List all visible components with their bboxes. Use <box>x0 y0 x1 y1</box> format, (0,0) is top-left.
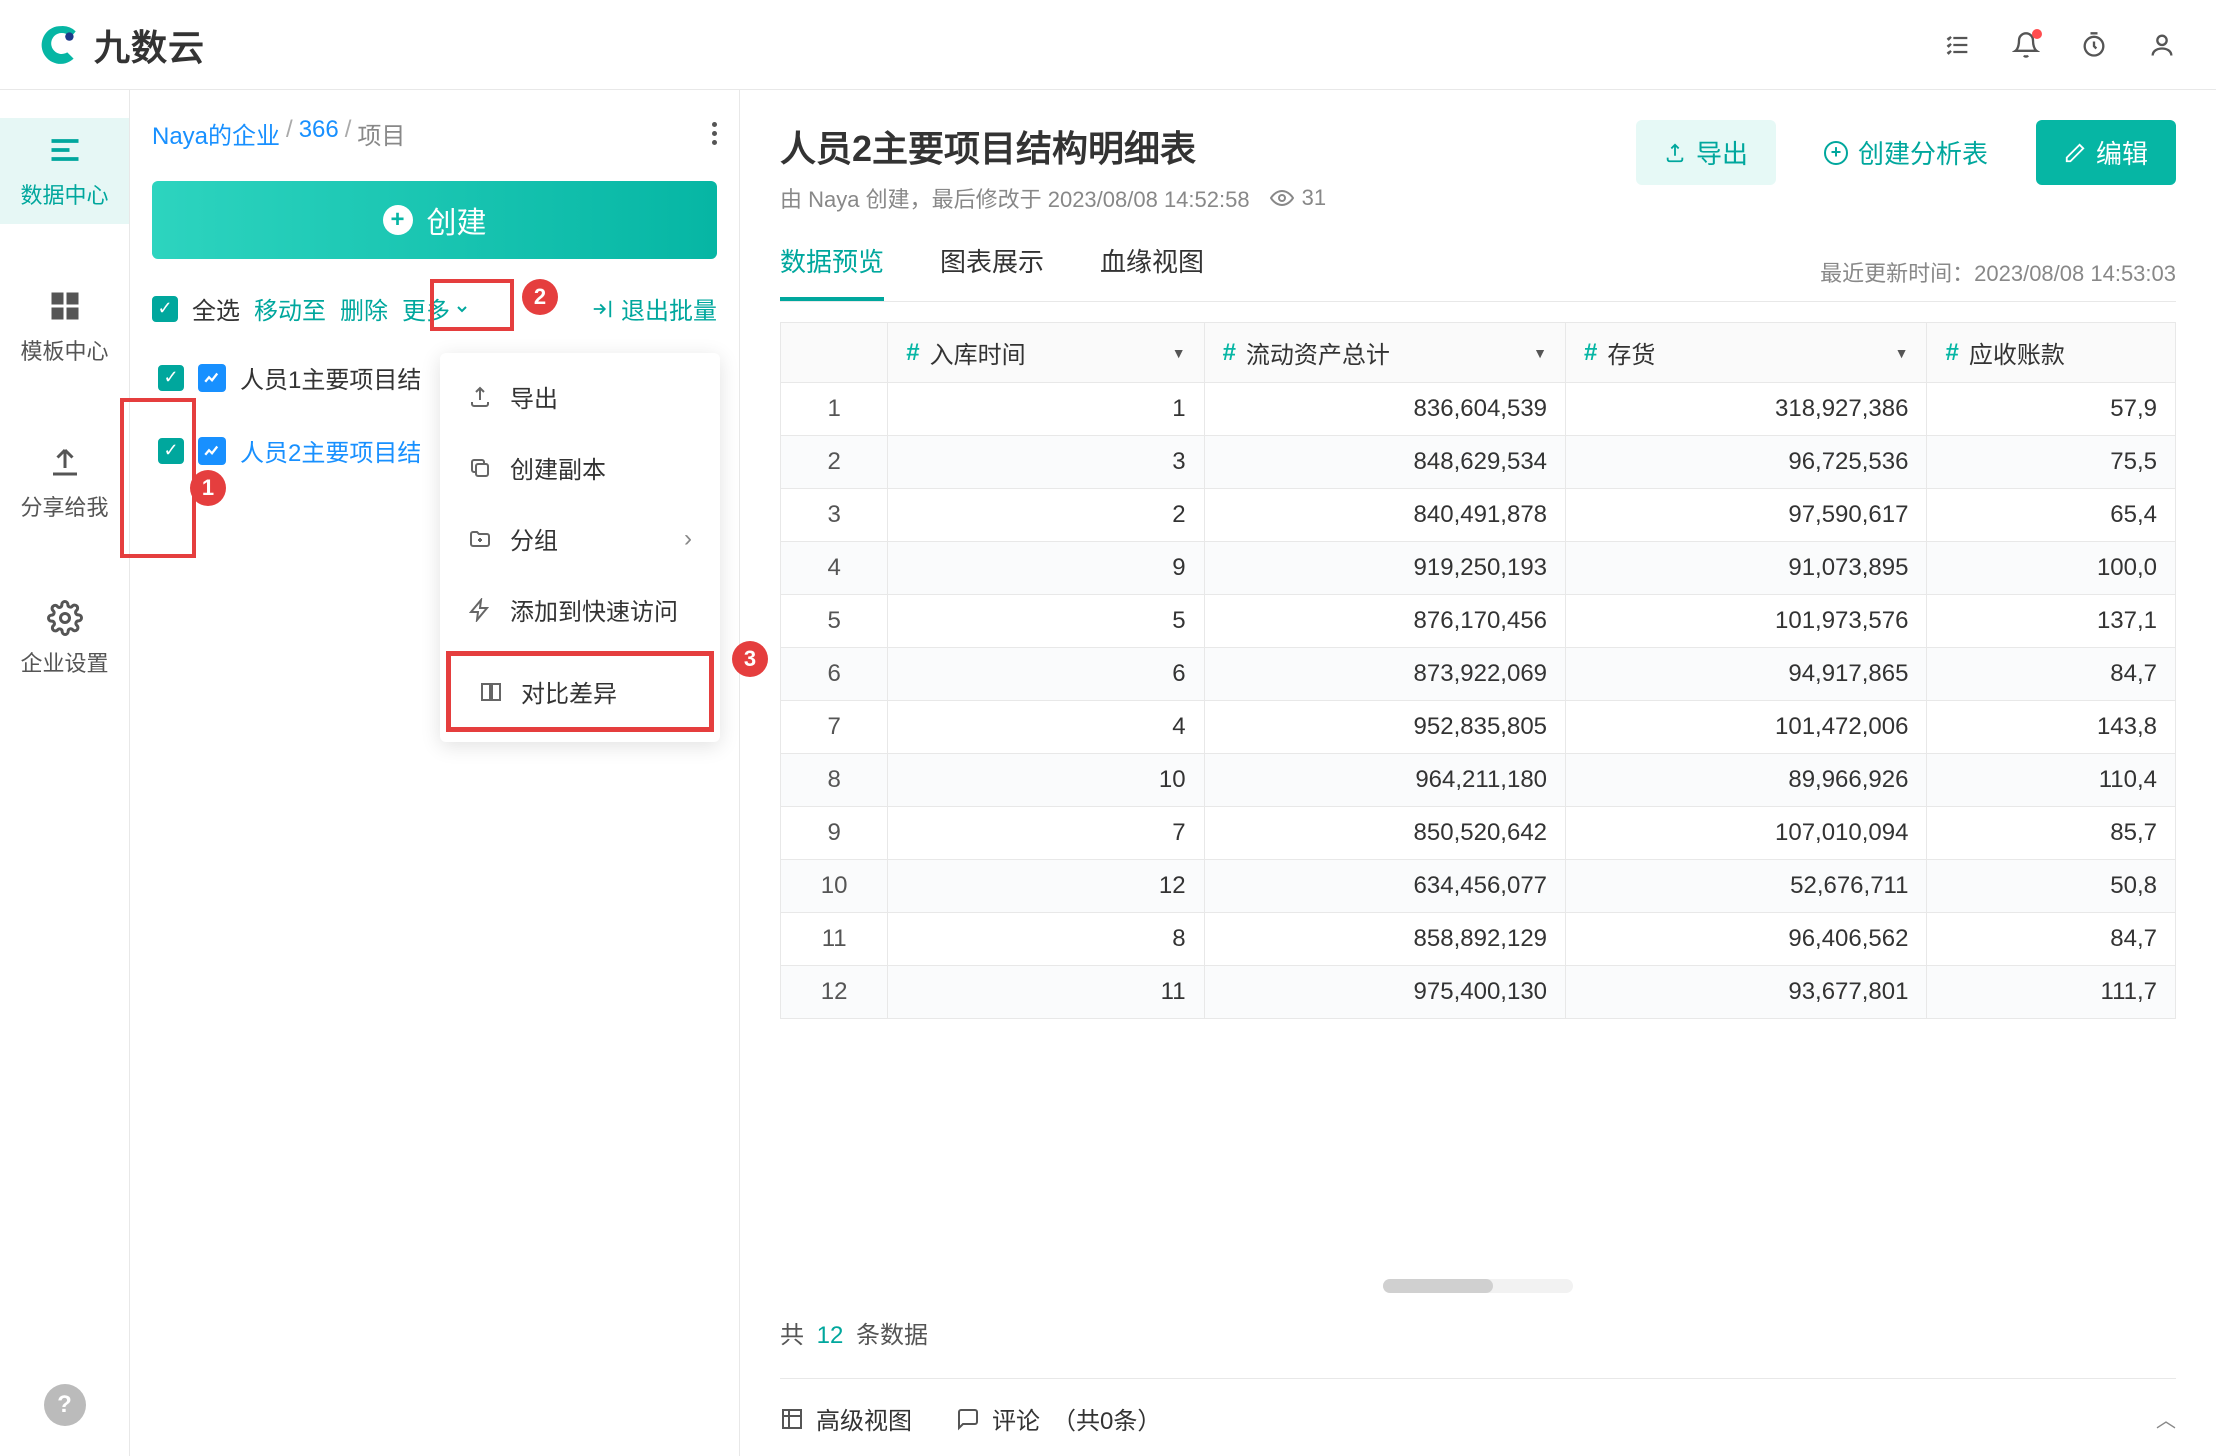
user-icon[interactable] <box>2148 31 2176 59</box>
select-all-checkbox[interactable]: ✓ <box>152 296 178 322</box>
select-all-label: 全选 <box>192 291 240 326</box>
row-count: 共 12 条数据 <box>780 1315 2176 1350</box>
tab-preview[interactable]: 数据预览 <box>780 242 884 301</box>
table-row[interactable]: 23848,629,53496,725,53675,5 <box>781 436 2176 489</box>
logo-icon <box>40 24 82 66</box>
page-title: 人员2主要项目结构明细表 <box>780 120 1326 172</box>
exit-batch-link[interactable]: 退出批量 <box>591 291 717 326</box>
kebab-menu[interactable] <box>712 122 717 145</box>
breadcrumb-company[interactable]: Naya的企业 <box>152 116 280 151</box>
data-center-icon <box>47 132 83 168</box>
help-button[interactable]: ? <box>44 1384 86 1426</box>
file-name: 人员2主要项目结 <box>240 433 421 468</box>
chevron-right-icon: › <box>684 525 692 553</box>
template-icon <box>47 288 83 324</box>
col-index <box>781 323 888 383</box>
meta-row: 由 Naya 创建，最后修改于 2023/08/08 14:52:58 31 <box>780 182 1326 214</box>
col-header[interactable]: #存货▼ <box>1566 323 1927 383</box>
nav-enterprise-settings[interactable]: 企业设置 <box>0 586 129 692</box>
create-analysis-button[interactable]: + 创建分析表 <box>1796 120 2016 185</box>
col-header[interactable]: #流动资产总计▼ <box>1204 323 1565 383</box>
nav-share-to-me[interactable]: 分享给我 <box>0 430 129 536</box>
analysis-icon <box>198 364 226 392</box>
create-button[interactable]: + 创建 <box>152 181 717 259</box>
comment-button[interactable]: 评论 （共0条） <box>956 1401 1161 1436</box>
dropdown-diff[interactable]: 对比差异 <box>446 651 714 732</box>
table-row[interactable]: 32840,491,87897,590,61765,4 <box>781 489 2176 542</box>
lightning-icon <box>468 598 492 622</box>
logo-area[interactable]: 九数云 <box>40 19 205 71</box>
table-row[interactable]: 1211975,400,13093,677,801111,7 <box>781 966 2176 1019</box>
tab-chart[interactable]: 图表展示 <box>940 242 1044 301</box>
chevron-down-icon <box>454 301 470 317</box>
comment-icon <box>956 1407 980 1431</box>
breadcrumb: Naya的企业 / 366 / 项目 <box>152 116 405 151</box>
col-header[interactable]: #入库时间▼ <box>888 323 1204 383</box>
dropdown-quick-access[interactable]: 添加到快速访问 <box>440 574 720 645</box>
table-row[interactable]: 74952,835,805101,472,006143,8 <box>781 701 2176 754</box>
marker-3: 3 <box>732 641 768 677</box>
horizontal-scrollbar[interactable] <box>1383 1279 1573 1293</box>
table-row[interactable]: 11836,604,539318,927,38657,9 <box>781 383 2176 436</box>
marker-1: 1 <box>190 470 226 506</box>
table-row[interactable]: 49919,250,19391,073,895100,0 <box>781 542 2176 595</box>
tasks-icon[interactable] <box>1944 31 1972 59</box>
more-link[interactable]: 更多 <box>402 291 470 326</box>
file-checkbox[interactable]: ✓ <box>158 365 184 391</box>
move-to-link[interactable]: 移动至 <box>254 291 326 326</box>
tab-lineage[interactable]: 血缘视图 <box>1100 242 1204 301</box>
view-count: 31 <box>1302 185 1326 211</box>
table-row[interactable]: 66873,922,06994,917,86584,7 <box>781 648 2176 701</box>
table-row[interactable]: 1012634,456,07752,676,71150,8 <box>781 860 2176 913</box>
export-button[interactable]: 导出 <box>1636 120 1776 185</box>
file-checkbox[interactable]: ✓ <box>158 438 184 464</box>
clock-icon[interactable] <box>2080 31 2108 59</box>
diff-icon <box>479 680 503 704</box>
plus-icon: + <box>1824 141 1848 165</box>
copy-icon <box>468 456 492 480</box>
breadcrumb-current: 项目 <box>357 116 405 151</box>
dropdown-export[interactable]: 导出 <box>440 361 720 432</box>
file-name: 人员1主要项目结 <box>240 360 421 395</box>
table-row[interactable]: 55876,170,456101,973,576137,1 <box>781 595 2176 648</box>
col-header[interactable]: #应收账款 <box>1927 323 2176 383</box>
gear-icon <box>47 600 83 636</box>
nav-data-center[interactable]: 数据中心 <box>0 118 129 224</box>
nav-template-center[interactable]: 模板中心 <box>0 274 129 380</box>
bell-icon[interactable] <box>2012 31 2040 59</box>
table-row[interactable]: 118858,892,12996,406,56284,7 <box>781 913 2176 966</box>
plus-circle-icon: + <box>383 205 413 235</box>
share-icon <box>47 444 83 480</box>
eye-icon <box>1270 186 1294 210</box>
dropdown-group[interactable]: 分组 › <box>440 503 720 574</box>
folder-plus-icon <box>468 527 492 551</box>
grid-icon <box>780 1407 804 1431</box>
export-icon <box>1664 142 1686 164</box>
dropdown-copy[interactable]: 创建副本 <box>440 432 720 503</box>
data-table: #入库时间▼ #流动资产总计▼ #存货▼ #应收账款 11836,604,539… <box>780 322 2176 1019</box>
marker-2: 2 <box>522 279 558 315</box>
advanced-view-button[interactable]: 高级视图 <box>780 1401 912 1436</box>
breadcrumb-folder[interactable]: 366 <box>299 116 339 151</box>
table-row[interactable]: 97850,520,642107,010,09485,7 <box>781 807 2176 860</box>
more-dropdown: 导出 创建副本 分组 › 添加到快速访问 <box>440 353 720 742</box>
collapse-icon[interactable]: ︿ <box>2156 1404 2176 1433</box>
delete-link[interactable]: 删除 <box>340 291 388 326</box>
brand-name: 九数云 <box>94 19 205 71</box>
comment-count: （共0条） <box>1052 1401 1161 1436</box>
update-time: 最近更新时间：2023/08/08 14:53:03 <box>1820 256 2176 288</box>
analysis-icon <box>198 437 226 465</box>
edit-button[interactable]: 编辑 <box>2036 120 2176 185</box>
table-row[interactable]: 810964,211,18089,966,926110,4 <box>781 754 2176 807</box>
exit-icon <box>591 298 613 320</box>
pencil-icon <box>2064 142 2086 164</box>
export-icon <box>468 385 492 409</box>
